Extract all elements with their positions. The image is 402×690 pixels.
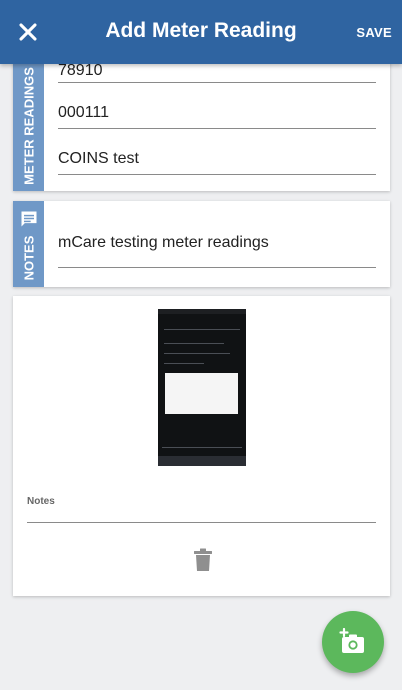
- photo-thumbnail[interactable]: [158, 309, 246, 466]
- thumb-line: [164, 363, 204, 364]
- notes-card: NOTES mCare testing meter readings: [13, 201, 390, 287]
- page-title: Add Meter Reading: [105, 19, 297, 42]
- thumb-dialog: [165, 373, 238, 414]
- meter-reading-field-2[interactable]: 000111: [58, 104, 376, 129]
- thumb-bottom-nav: [158, 456, 246, 466]
- meter-reading-field-3[interactable]: COINS test: [58, 150, 376, 175]
- meter-readings-card: METER READINGS 78910 000111 COINS test: [13, 60, 390, 191]
- meter-readings-tab: METER READINGS: [13, 60, 44, 191]
- add-photo-icon: [339, 628, 364, 653]
- thumb-status-bar: [158, 309, 246, 314]
- app-bar: Add Meter Reading SAVE: [0, 0, 402, 64]
- notes-label: NOTES: [21, 235, 36, 281]
- photo-card: Notes: [13, 296, 390, 596]
- thumb-line: [164, 343, 224, 344]
- thumb-line: [164, 329, 240, 330]
- photo-notes-label: Notes: [27, 496, 55, 507]
- notes-tab: NOTES: [13, 201, 44, 287]
- thumb-line: [164, 353, 230, 354]
- notes-field[interactable]: mCare testing meter readings: [58, 234, 376, 268]
- meter-readings-label: METER READINGS: [21, 66, 36, 185]
- add-photo-button[interactable]: [322, 611, 384, 673]
- delete-photo-button[interactable]: [193, 548, 213, 572]
- photo-notes-input[interactable]: [27, 522, 376, 523]
- comment-icon: [19, 209, 39, 229]
- trash-icon: [194, 548, 212, 571]
- thumb-line: [162, 447, 242, 448]
- save-button[interactable]: SAVE: [356, 25, 392, 40]
